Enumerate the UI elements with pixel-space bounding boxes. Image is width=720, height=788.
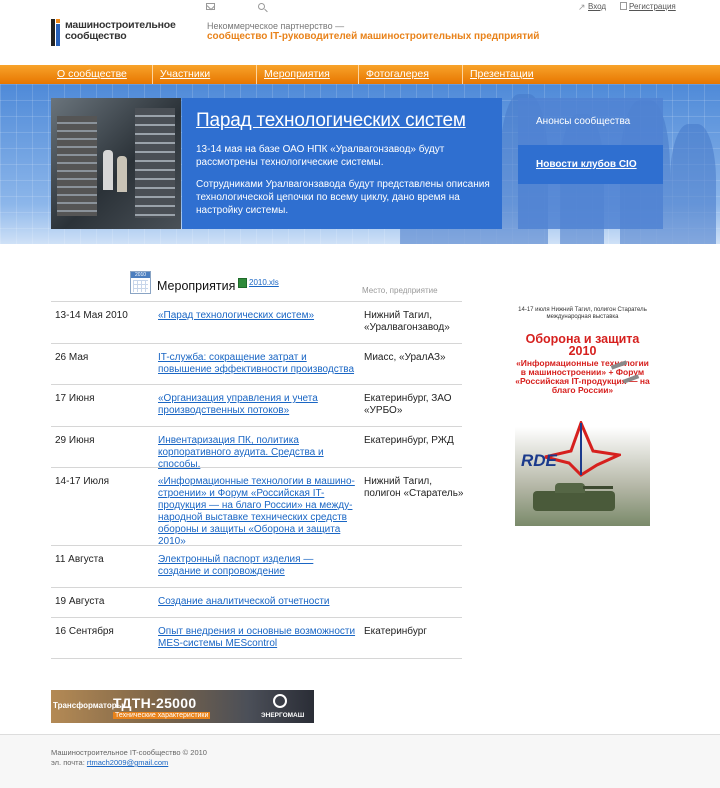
ad-small-text: 14-17 июля Нижний Тагил, полигон Старате…	[518, 307, 647, 320]
footer-email-link[interactable]: rtmach2009@gmail.com	[87, 758, 168, 767]
table-row: 19 Августа Создание аналитической отчетн…	[51, 587, 462, 617]
footer-copyright: Машиностроительное IT-сообщество © 2010	[51, 748, 207, 757]
events-heading: Мероприятия	[157, 279, 236, 293]
ad-headline: Оборона и защита 2010	[525, 332, 640, 358]
event-date: 19 Августа	[55, 596, 105, 607]
banner-paragraph-1: 13-14 мая на базе ОАО НПК «Уралвагонзаво…	[196, 144, 445, 168]
tank-image	[533, 483, 615, 511]
table-row: 17 Июня «Организация управления и учета …	[51, 384, 462, 426]
event-title-link[interactable]: Создание аналитической отчетности	[158, 596, 356, 608]
mail-icon[interactable]	[206, 3, 215, 10]
table-bottom-divider	[51, 658, 462, 659]
event-title-link[interactable]: «Информационные технологии в машино-стро…	[158, 476, 356, 548]
energomash-logo-icon	[273, 694, 287, 708]
event-place: Нижний Тагил, «Уралвагонзавод»	[364, 310, 450, 333]
event-title-link[interactable]: Электронный паспорт изделия — создание и…	[158, 554, 356, 578]
xls-download-link[interactable]: 2010.xls	[249, 278, 279, 287]
event-place: Нижний Тагил, полигон «Старатель»	[364, 476, 464, 499]
event-title-link[interactable]: IT-служба: сокращение затрат и повышение…	[158, 352, 356, 376]
search-icon[interactable]	[258, 3, 265, 10]
footer-email-row: эл. почта: rtmach2009@gmail.com	[51, 758, 168, 767]
event-place: Екатеринбург, РЖД	[364, 435, 454, 446]
event-date: 16 Сентября	[55, 626, 114, 637]
table-row: 14-17 Июля «Информационные технологии в …	[51, 467, 464, 548]
table-row: 13-14 Мая 2010 «Парад технологических си…	[51, 301, 462, 343]
event-place: Миасс, «УралАЗ»	[364, 352, 446, 363]
table-row: 26 Мая IT-служба: сокращение затрат и по…	[51, 343, 462, 384]
ad-brand-name: ЭНЕРГОМАШ	[261, 712, 305, 719]
nav-item-gallery[interactable]: Фотогалерея	[366, 68, 429, 80]
event-place: Екатеринбург	[364, 626, 427, 637]
table-row: 11 Августа Электронный паспорт изделия —…	[51, 545, 462, 587]
nav-item-members[interactable]: Участники	[160, 68, 210, 80]
event-date: 17 Июня	[55, 393, 95, 404]
event-date: 14-17 Июля	[55, 476, 110, 487]
register-icon	[620, 2, 627, 10]
logo-text[interactable]: машиностроительное сообщество	[65, 20, 176, 42]
ad-brand: RDE	[521, 451, 557, 470]
event-title-link[interactable]: Инвентаризация ПК, политика корпоративно…	[158, 435, 356, 471]
event-title-link[interactable]: «Парад технологических систем»	[158, 310, 356, 322]
tab-cio-news[interactable]: Новости клубов CIO	[536, 159, 637, 170]
transformer-ad-banner[interactable]: Трансформаторы ТДТН-25000 Технические ха…	[51, 690, 314, 723]
main-nav: О сообществе Участники Мероприятия Фотог…	[0, 65, 720, 84]
register-link[interactable]: Регистрация	[629, 2, 676, 11]
nav-item-presentations[interactable]: Презентации	[470, 68, 534, 80]
event-date: 11 Августа	[55, 554, 104, 565]
banner-title-link[interactable]: Парад технологических систем	[196, 110, 466, 132]
event-title-link[interactable]: Опыт внедрения и основные возможности ME…	[158, 626, 356, 650]
event-place: Екатеринбург, ЗАО «УРБО»	[364, 393, 452, 416]
event-date: 29 Июня	[55, 435, 95, 446]
tagline-prefix: Некоммерческое партнерство —	[207, 21, 345, 31]
banner-paragraph-2: Сотрудниками Уралвагонзавода будут предс…	[196, 179, 490, 216]
event-photo[interactable]	[51, 98, 181, 229]
tab-announcements[interactable]: Анонсы сообщества	[536, 116, 630, 127]
calendar-icon: 2010	[130, 271, 151, 294]
nav-item-events[interactable]: Мероприятия	[264, 68, 330, 80]
event-title-link[interactable]: «Организация управления и учета производ…	[158, 393, 356, 417]
place-column-header: Место, предприятие	[362, 286, 438, 295]
ad-model: ТДТН-25000	[113, 695, 197, 711]
event-date: 26 Мая	[55, 352, 89, 363]
table-row: 29 Июня Инвентаризация ПК, политика корп…	[51, 426, 462, 470]
table-row: 16 Сентября Опыт внедрения и основные во…	[51, 617, 462, 658]
expo-ad-banner[interactable]: 14-17 июля Нижний Тагил, полигон Старате…	[515, 301, 650, 526]
logo-icon[interactable]	[51, 19, 62, 46]
tagline-main: сообщество IT-руководителей машиностроит…	[207, 31, 540, 42]
footer-email-label: эл. почта:	[51, 758, 85, 767]
login-link[interactable]: Вход	[588, 2, 606, 11]
excel-icon	[238, 278, 247, 288]
event-date: 13-14 Мая 2010	[55, 310, 128, 321]
ad-spec: Технические характеристики	[113, 712, 211, 719]
login-icon: ↗	[578, 2, 586, 12]
nav-item-about[interactable]: О сообществе	[57, 68, 127, 80]
